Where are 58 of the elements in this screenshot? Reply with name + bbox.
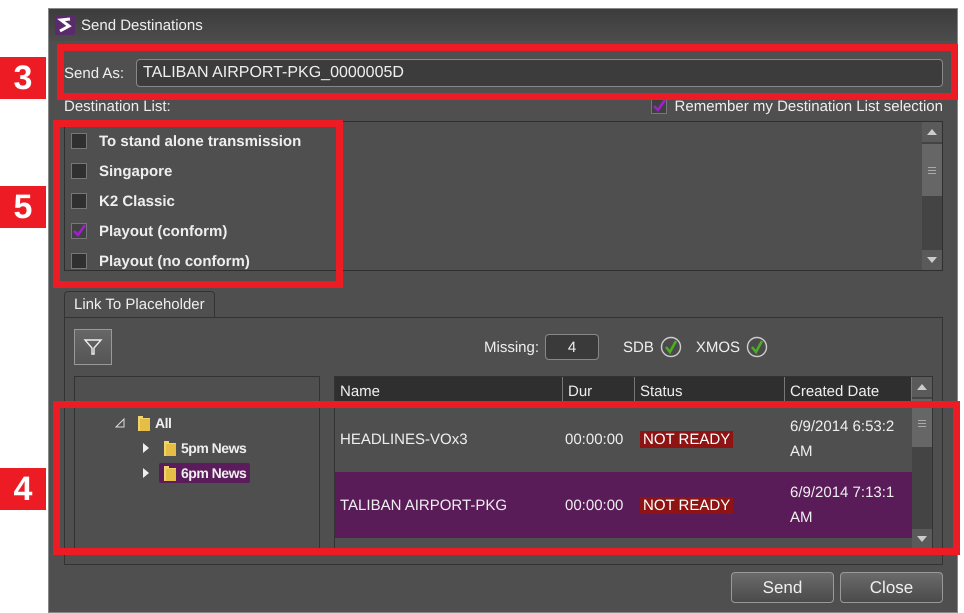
status-badge: NOT READY xyxy=(640,496,734,514)
missing-count: 4 xyxy=(545,334,600,360)
scrollbar[interactable] xyxy=(912,377,932,549)
indicator-label: XMOS xyxy=(696,338,740,356)
callout-number: 4 xyxy=(0,468,46,510)
destination-checkbox[interactable] xyxy=(71,253,87,269)
tree-item[interactable]: All xyxy=(133,412,176,432)
destination-checkbox[interactable] xyxy=(71,133,87,149)
scroll-up-icon[interactable] xyxy=(917,384,927,390)
destination-label: To stand alone transmission xyxy=(99,132,302,150)
expand-icon[interactable] xyxy=(141,468,151,478)
table-cell-text: 00:00:00 xyxy=(564,430,624,448)
scroll-up-icon[interactable] xyxy=(927,129,937,135)
destination-label: K2 Classic xyxy=(99,192,175,210)
destination-checkbox[interactable] xyxy=(71,163,87,179)
send-as-label: Send As: xyxy=(64,64,124,82)
scroll-down-icon[interactable] xyxy=(917,536,927,542)
scroll-down-icon[interactable] xyxy=(927,257,937,263)
tree-item[interactable]: 6pm News xyxy=(159,462,250,482)
table-cell-text: 6/9/2014 6:53:2 AM xyxy=(790,418,896,460)
destination-label: Playout (no conform) xyxy=(99,252,250,270)
table-cell-text: 6/9/2014 7:13:1 AM xyxy=(790,484,896,526)
table-cell-text: HEADLINES-VOx3 xyxy=(339,430,469,448)
callout-number: 3 xyxy=(0,57,46,99)
send-as-field[interactable]: TALIBAN AIRPORT-PKG_0000005D xyxy=(136,59,943,87)
column-header[interactable]: Name xyxy=(335,377,563,406)
callout-number: 5 xyxy=(0,186,46,228)
dialog-button[interactable]: Close xyxy=(840,572,943,603)
window-title: Send Destinations xyxy=(81,16,203,34)
destination-checkbox[interactable] xyxy=(71,193,87,209)
column-header[interactable]: Status xyxy=(635,377,785,406)
dialog-button[interactable]: Send xyxy=(731,572,834,603)
destination-label: Playout (conform) xyxy=(99,222,228,240)
logo-icon xyxy=(55,15,75,35)
destination-checkbox[interactable] xyxy=(71,223,87,239)
filter-icon xyxy=(83,337,103,357)
status-badge: NOT READY xyxy=(640,430,734,448)
indicator-label: SDB xyxy=(623,338,654,356)
grip-icon[interactable] xyxy=(918,420,926,426)
folder-icon xyxy=(163,464,177,482)
destination-list-label: Destination List: xyxy=(64,98,171,114)
table-cell-text: 00:00:00 xyxy=(564,496,624,514)
table-row[interactable]: TALIBAN AIRPORT-PKG 00:00:00 NOT READY 6/9/2014 7:13:1 AM xyxy=(335,472,912,538)
filter-button[interactable] xyxy=(74,329,112,365)
table-row[interactable]: HEADLINES-VOx3 00:00:00 NOT READY 6/9/2014 6:53:2 AM xyxy=(335,406,912,472)
folder-icon xyxy=(137,414,151,432)
folder-icon xyxy=(163,438,177,456)
tab[interactable]: Link To Placeholder xyxy=(64,291,215,317)
scrollbar[interactable] xyxy=(922,122,942,270)
missing-label: Missing: xyxy=(484,338,540,356)
remember-label: Remember my Destination List selection xyxy=(674,98,943,114)
tree-item[interactable]: 5pm News xyxy=(159,438,250,458)
expand-icon[interactable] xyxy=(141,442,151,452)
destination-label: Singapore xyxy=(99,162,172,180)
collapse-icon[interactable] xyxy=(115,418,125,428)
grip-icon[interactable] xyxy=(928,166,936,174)
column-header[interactable]: Dur xyxy=(563,377,635,406)
table-cell-text: TALIBAN AIRPORT-PKG xyxy=(339,496,508,514)
